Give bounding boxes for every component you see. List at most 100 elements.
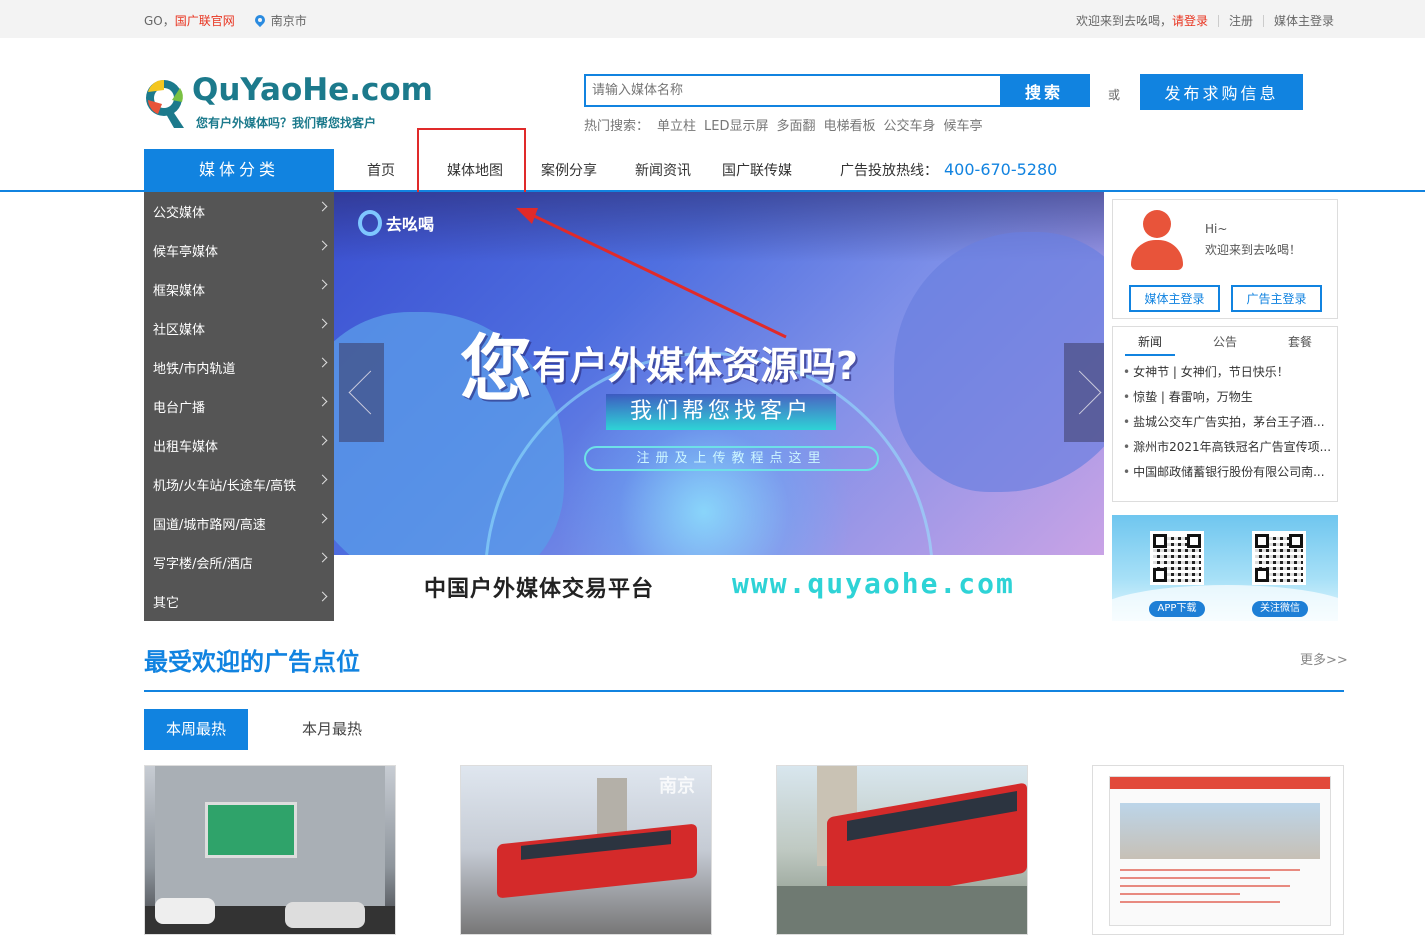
welcome-text: 欢迎来到去吆喝， [1075,14,1172,28]
qr-panel: APP下载 关注微信 [1112,515,1338,621]
category-label: 机场/火车站/长途车/高铁 [153,479,297,494]
tab-this-month[interactable]: 本月最热 [280,709,384,750]
media-owner-login-link[interactable]: 媒体主登录 [1274,12,1334,29]
logo-text: QuYaoHe.com [192,72,433,108]
tab-news[interactable]: 新闻 [1125,333,1175,356]
category-item[interactable]: 候车亭媒体 [144,231,334,270]
category-item[interactable]: 公交媒体 [144,192,334,231]
card-image [777,886,1027,934]
chevron-right-icon [317,201,328,212]
hot-searches: 热门搜索： 单立柱 LED显示屏 多面翻 电梯看板 公交车身 候车亭 [584,115,983,134]
tab-package[interactable]: 套餐 [1275,333,1325,356]
category-item[interactable]: 机场/火车站/长途车/高铁 [144,465,334,504]
media-category-header[interactable]: 媒体分类 [144,149,334,190]
user-welcome: 欢迎来到去吆喝！ [1205,243,1302,257]
chevron-right-icon [317,279,328,290]
category-item[interactable]: 社区媒体 [144,309,334,348]
category-label: 地铁/市内轨道 [153,362,236,377]
search-box: 搜索 [584,74,1090,107]
nav-home[interactable]: 首页 [334,160,428,180]
follow-wechat-label[interactable]: 关注微信 [1252,601,1308,617]
category-label: 公交媒体 [153,206,206,221]
card-image [205,802,297,858]
ad-spot-card[interactable] [1092,765,1344,935]
category-item[interactable]: 地铁/市内轨道 [144,348,334,387]
search-button[interactable]: 搜索 [1000,76,1088,105]
strip-url-text: www.quyaohe.com [732,567,1015,600]
hotline-number: 400-670-5280 [944,160,1058,179]
news-item[interactable]: 惊蛰 | 春雷响，万物生 [1123,388,1335,413]
publish-request-button[interactable]: 发布求购信息 [1140,74,1303,110]
chevron-right-icon [317,435,328,446]
card-image [285,902,365,928]
tab-this-week[interactable]: 本周最热 [144,709,248,750]
strip-platform-text: 中国户外媒体交易平台 [424,577,655,602]
ad-spot-card[interactable] [144,765,396,935]
media-owner-login-button[interactable]: 媒体主登录 [1129,285,1220,312]
chevron-right-icon [317,474,328,485]
banner-strip: 中国户外媒体交易平台 www.quyaohe.com [334,555,1104,621]
category-label: 框架媒体 [153,284,206,299]
nav-news[interactable]: 新闻资讯 [616,160,710,180]
chevron-right-icon [317,513,328,524]
app-qr-code-icon [1150,531,1204,585]
category-label: 其它 [153,596,180,611]
news-item[interactable]: 中国邮政储蓄银行股份有限公司南... [1123,463,1335,488]
category-label: 国道/城市路网/高速 [153,518,266,533]
user-panel: Hi~ 欢迎来到去吆喝！ 媒体主登录 广告主登录 [1112,199,1338,319]
category-label: 社区媒体 [153,323,206,338]
search-input[interactable] [586,76,1000,105]
category-item[interactable]: 其它 [144,582,334,621]
chevron-right-icon [317,357,328,368]
hot-keyword[interactable]: 单立柱 [657,115,696,134]
category-label: 电台广播 [153,401,206,416]
register-link[interactable]: 注册 [1229,12,1253,29]
ad-spot-card[interactable]: 南京 [460,765,712,935]
news-item[interactable]: 滁州市2021年高铁冠名广告宣传项... [1123,438,1335,463]
logo-mark-icon [146,79,184,128]
chevron-right-icon [317,396,328,407]
category-label: 候车亭媒体 [153,245,219,260]
chevron-right-icon [317,552,328,563]
hot-keyword[interactable]: LED显示屏 [704,115,768,134]
hero-banner[interactable]: 去吆喝 您有户外媒体资源吗? 我们帮您找客户 注册及上传教程点这里 [334,192,1104,555]
hot-keyword[interactable]: 电梯看板 [824,115,876,134]
go-official-link[interactable]: 国广联官网 [175,12,235,29]
card-image [155,898,215,924]
section-title: 最受欢迎的广告点位 [144,648,360,676]
news-item[interactable]: 女神节 | 女神们，节日快乐！ [1123,363,1335,388]
category-item[interactable]: 电台广播 [144,387,334,426]
chevron-right-icon [317,591,328,602]
app-download-label[interactable]: APP下载 [1149,601,1205,617]
card-watermark: 南京 [659,776,695,797]
category-label: 出租车媒体 [153,440,219,455]
ad-spot-card[interactable] [776,765,1028,935]
go-prefix: GO， [144,14,175,28]
annotation-arrow-icon [516,208,787,339]
divider [1262,14,1264,27]
category-item[interactable]: 出租车媒体 [144,426,334,465]
more-link[interactable]: 更多>> [1300,649,1348,668]
hotline-label: 广告投放热线： [840,162,938,179]
city-selector[interactable]: 南京市 [271,12,307,29]
category-item[interactable]: 写字楼/会所/酒店 [144,543,334,582]
news-panel: 新闻 公告 套餐 女神节 | 女神们，节日快乐！ 惊蛰 | 春雷响，万物生 盐城… [1112,326,1338,502]
nav-gguanglian-media[interactable]: 国广联传媒 [710,160,804,180]
hot-keyword[interactable]: 多面翻 [777,115,816,134]
hot-keyword[interactable]: 候车亭 [944,115,983,134]
category-item[interactable]: 框架媒体 [144,270,334,309]
annotation-highlight-box [417,128,526,202]
location-pin-icon [255,15,265,27]
login-link[interactable]: 请登录 [1172,12,1208,29]
site-logo[interactable]: QuYaoHe.com 您有户外媒体吗？我们帮您找客户 [144,70,433,134]
or-text: 或 [1108,88,1121,102]
nav-case-share[interactable]: 案例分享 [522,160,616,180]
category-label: 写字楼/会所/酒店 [153,557,253,572]
hot-keyword[interactable]: 公交车身 [884,115,936,134]
hot-search-label: 热门搜索： [584,119,650,134]
advertiser-login-button[interactable]: 广告主登录 [1231,285,1322,312]
category-item[interactable]: 国道/城市路网/高速 [144,504,334,543]
news-item[interactable]: 盐城公交车广告实拍，茅台王子酒... [1123,413,1335,438]
section-divider [144,690,1344,692]
tab-notice[interactable]: 公告 [1200,333,1250,356]
